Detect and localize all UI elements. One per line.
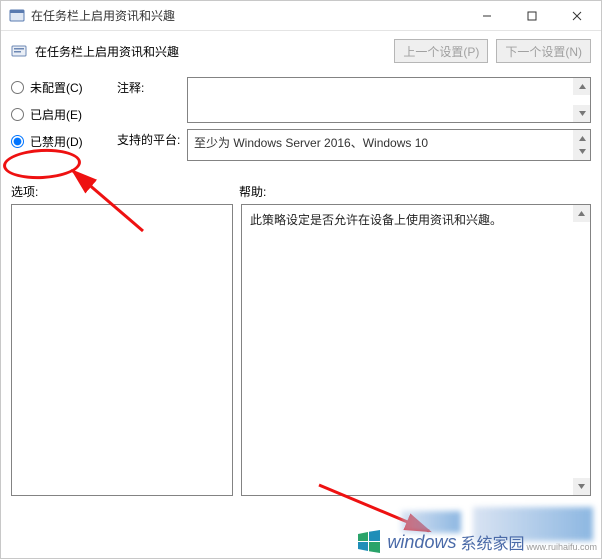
comment-row: 注释: <box>117 77 591 123</box>
options-label: 选项: <box>11 183 239 200</box>
supported-platforms-box: 至少为 Windows Server 2016、Windows 10 <box>187 129 591 161</box>
panes: 此策略设定是否允许在设备上使用资讯和兴趣。 <box>11 204 591 496</box>
radio-disabled-input[interactable] <box>11 135 24 148</box>
obscured-area-2 <box>473 507 593 541</box>
platform-label: 支持的平台: <box>117 129 181 148</box>
comment-scroll-down[interactable] <box>573 105 590 122</box>
platform-scroll-down[interactable] <box>573 143 590 160</box>
platform-text: 至少为 Windows Server 2016、Windows 10 <box>194 136 428 150</box>
watermark-logo-icon <box>355 528 383 556</box>
platform-row: 支持的平台: 至少为 Windows Server 2016、Windows 1… <box>117 129 591 161</box>
radio-disabled[interactable]: 已禁用(D) <box>11 133 103 150</box>
obscured-area-1 <box>401 511 461 533</box>
top-row: 未配置(C) 已启用(E) 已禁用(D) 注释: <box>11 77 591 161</box>
window-buttons <box>464 1 599 30</box>
comment-textarea[interactable] <box>187 77 591 123</box>
radio-enabled-label: 已启用(E) <box>30 106 82 123</box>
help-pane: 此策略设定是否允许在设备上使用资讯和兴趣。 <box>241 204 591 496</box>
policy-icon <box>11 43 27 59</box>
help-label: 帮助: <box>239 183 266 200</box>
watermark-url: www.ruihaifu.com <box>526 542 597 552</box>
maximize-button[interactable] <box>509 1 554 30</box>
app-icon <box>9 8 25 24</box>
section-labels: 选项: 帮助: <box>11 183 591 204</box>
policy-editor-window: 在任务栏上启用资讯和兴趣 在任务栏上启用资讯和兴趣 上一个设置(P) 下一个设置… <box>0 0 602 559</box>
content-area: 未配置(C) 已启用(E) 已禁用(D) 注释: <box>1 71 601 506</box>
radio-disabled-label: 已禁用(D) <box>30 133 83 150</box>
close-button[interactable] <box>554 1 599 30</box>
window-title: 在任务栏上启用资讯和兴趣 <box>31 7 464 24</box>
next-setting-button[interactable]: 下一个设置(N) <box>496 39 591 63</box>
radio-not-configured-label: 未配置(C) <box>30 79 83 96</box>
comment-scroll-up[interactable] <box>573 78 590 95</box>
help-text: 此策略设定是否允许在设备上使用资讯和兴趣。 <box>250 213 502 227</box>
comment-label: 注释: <box>117 77 181 96</box>
radio-not-configured[interactable]: 未配置(C) <box>11 79 103 96</box>
radio-enabled-input[interactable] <box>11 108 24 121</box>
titlebar: 在任务栏上启用资讯和兴趣 <box>1 1 601 31</box>
state-radio-group: 未配置(C) 已启用(E) 已禁用(D) <box>11 77 103 161</box>
watermark-brand: windows <box>387 532 456 553</box>
radio-enabled[interactable]: 已启用(E) <box>11 106 103 123</box>
toolbar: 在任务栏上启用资讯和兴趣 上一个设置(P) 下一个设置(N) <box>1 31 601 71</box>
options-pane <box>11 204 233 496</box>
help-scroll-down[interactable] <box>573 478 590 495</box>
previous-setting-button[interactable]: 上一个设置(P) <box>394 39 488 63</box>
policy-title: 在任务栏上启用资讯和兴趣 <box>35 43 386 60</box>
radio-not-configured-input[interactable] <box>11 81 24 94</box>
help-scroll-up[interactable] <box>573 205 590 222</box>
right-column: 注释: 支持的平台: 至少为 Windows Server 20 <box>117 77 591 161</box>
minimize-button[interactable] <box>464 1 509 30</box>
